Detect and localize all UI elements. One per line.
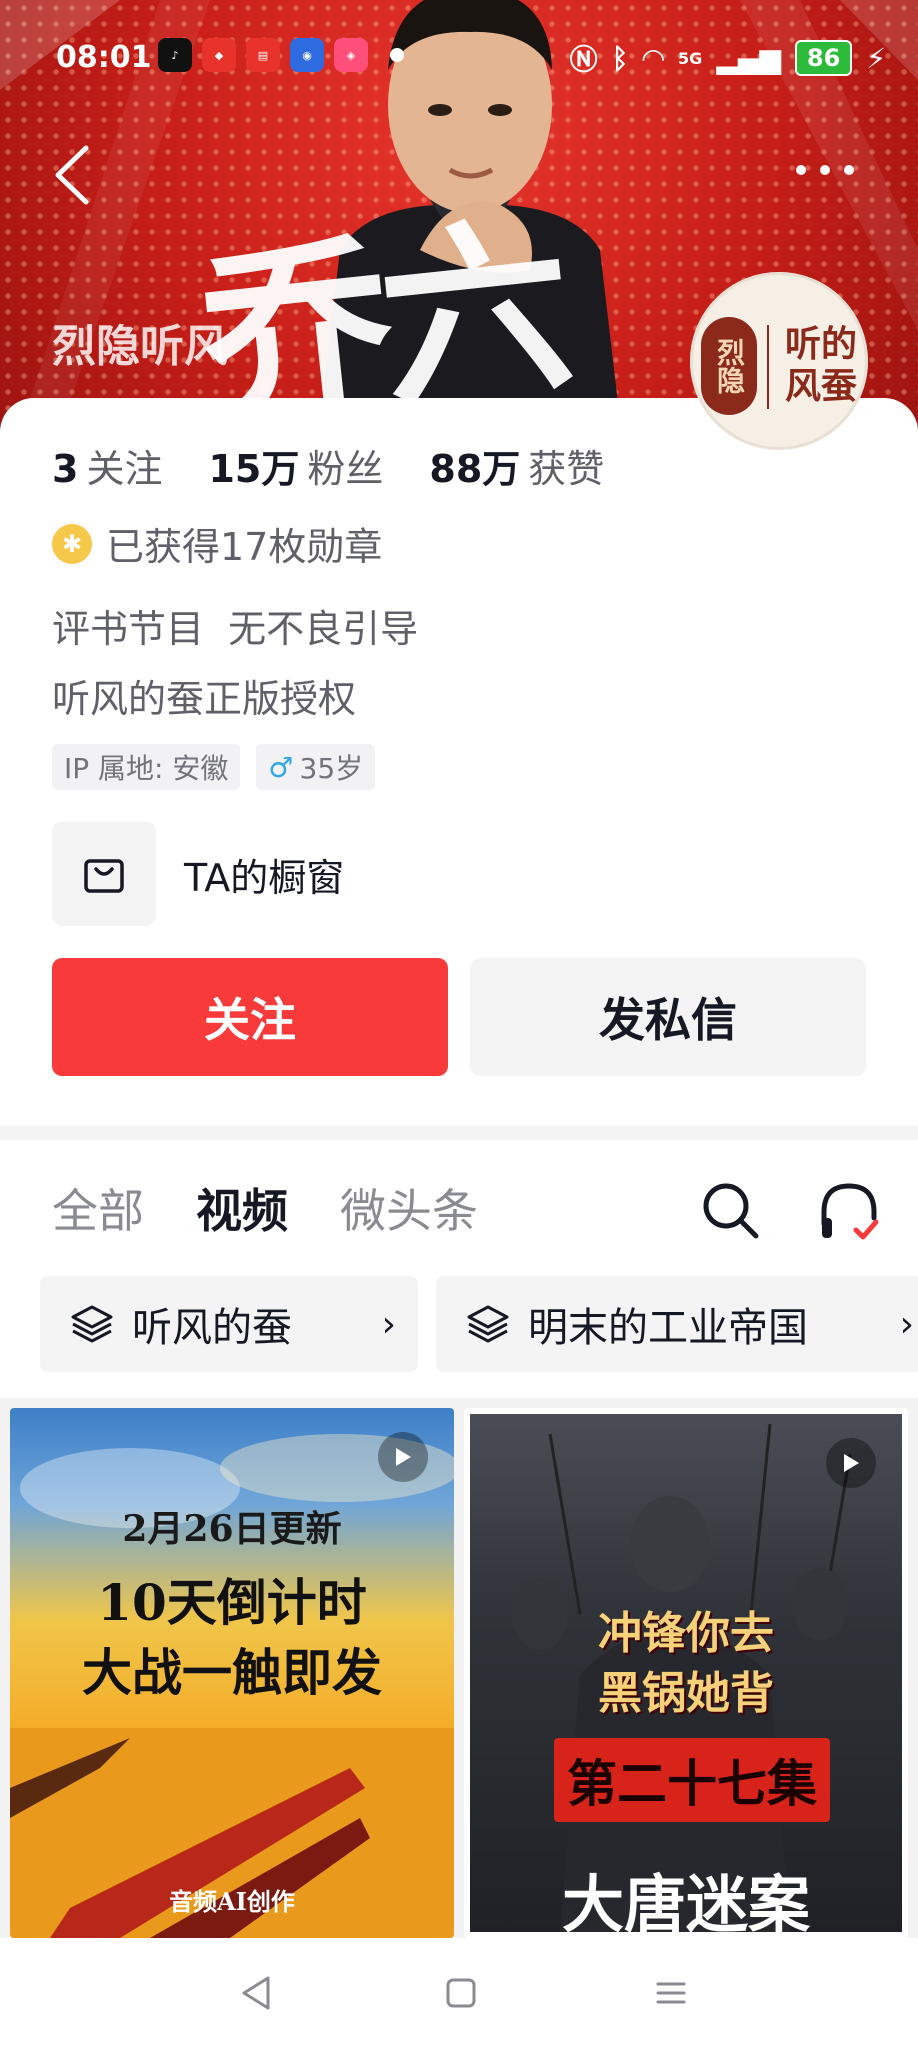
video-episode-label: 第二十七集 — [554, 1738, 830, 1822]
status-time: 08:01 — [56, 40, 152, 75]
video-date-text: 2月26日更新 — [122, 1508, 342, 1550]
collection-label: 听风的蚕 — [132, 1305, 292, 1351]
battery-indicator: 86 — [794, 40, 853, 76]
baidu-icon: ◉ — [290, 38, 324, 72]
status-notification-icons: ♪ ◆ ▤ ◉ ◈ — [158, 38, 404, 72]
tab-videos[interactable]: 视频 — [196, 1175, 288, 1241]
content-tabs: 全部 视频 微头条 — [52, 1175, 478, 1241]
tab-micro-posts[interactable]: 微头条 — [340, 1175, 478, 1241]
section-divider — [0, 1126, 918, 1140]
profile-bio: 评书节目 无不良引导 听风的蚕正版授权 — [52, 594, 418, 734]
search-button[interactable] — [700, 1180, 762, 1242]
shop-window-entry[interactable]: TA的橱窗 — [52, 822, 344, 926]
network-type-icon: 5G — [678, 48, 703, 68]
tiktok-icon: ♪ — [158, 38, 192, 72]
collection-card[interactable]: 听风的蚕 › — [40, 1276, 418, 1372]
play-icon — [826, 1438, 876, 1488]
app-icon: ◆ — [202, 38, 236, 72]
medals-text: 已获得17枚勋章 — [106, 525, 383, 569]
collection-card[interactable]: 明末的工业帝国 › — [436, 1276, 918, 1372]
bio-line: 评书节目 无不良引导 — [52, 607, 419, 651]
likes-stat[interactable]: 88万 获赞 — [429, 438, 604, 493]
toutiao-icon: ▤ — [246, 38, 280, 72]
more-options-button[interactable] — [796, 150, 876, 190]
video-headline-line: 大战一触即发 — [82, 1643, 382, 1702]
ip-location-text: IP 属地: 安徽 — [64, 752, 229, 785]
following-label: 关注 — [86, 447, 163, 491]
status-bar: 08:01 ♪ ◆ ▤ ◉ ◈ Ⓝ ᛒ ◠ 5G ▂▄▆ 86 ⚡ — [0, 0, 918, 120]
following-stat[interactable]: 3 关注 — [52, 438, 162, 493]
video-headline-line: 10天倒计时 — [97, 1573, 367, 1632]
profile-tags: IP 属地: 安徽 ♂ 35岁 — [52, 744, 376, 790]
bluetooth-icon: ᛒ — [611, 41, 629, 75]
likes-label: 获赞 — [528, 447, 605, 491]
back-arrow-icon — [55, 145, 89, 205]
ip-location-tag: IP 属地: 安徽 — [52, 744, 241, 790]
banner-brush-text: 乔六 — [191, 193, 573, 430]
channel-avatar[interactable]: 烈隐 听的风蚕 — [690, 272, 868, 450]
headphones-icon — [821, 1183, 879, 1240]
nav-home-button[interactable] — [436, 1968, 486, 2018]
charging-icon: ⚡ — [866, 41, 886, 75]
logo-divider — [767, 325, 769, 409]
followers-stat[interactable]: 15万 粉丝 — [208, 438, 383, 493]
back-button[interactable] — [48, 140, 98, 210]
nfc-icon: Ⓝ — [569, 43, 598, 76]
followers-label: 粉丝 — [307, 447, 384, 491]
followers-count: 15万 — [208, 447, 300, 491]
dot — [820, 165, 830, 175]
menu-lines-icon — [656, 1982, 686, 2004]
banner-name: 烈隐听风 — [52, 321, 228, 372]
nav-menu-button[interactable] — [646, 1968, 696, 2018]
play-icon — [378, 1432, 428, 1482]
dot — [796, 165, 806, 175]
following-count: 3 — [52, 447, 79, 491]
video-title: 大唐迷案 — [561, 1868, 810, 1938]
video-headline: 10天倒计时 大战一触即发 — [10, 1568, 454, 1708]
more-notifications-icon — [390, 48, 404, 62]
nav-back-button[interactable] — [232, 1968, 282, 2018]
dot — [844, 165, 854, 175]
video-footer-text: 音频AI创作 — [169, 1887, 295, 1916]
age-tag: ♂ 35岁 — [256, 744, 376, 790]
search-icon — [703, 1183, 759, 1239]
chevron-right-icon: › — [381, 1303, 396, 1345]
age-text: 35岁 — [299, 752, 364, 785]
video-card[interactable]: 冲锋你去 黑锅她背 第二十七集 大唐迷案 — [464, 1408, 908, 1938]
system-navigation-bar — [0, 1938, 918, 2048]
video-headline-line: 冲锋你去 — [598, 1608, 774, 1659]
layers-icon — [71, 1305, 113, 1343]
video-card[interactable]: 2月26日更新 10天倒计时 大战一触即发 音频AI创作 — [10, 1408, 454, 1938]
collections-row: 听风的蚕 › 明末的工业帝国 › — [40, 1276, 918, 1372]
profile-card: 3 关注 15万 粉丝 88万 获赞 ✱ 已获得17枚勋章 评书节目 无不良引导 听风… — [0, 398, 918, 1128]
wifi-icon: ◠ — [642, 41, 665, 75]
triangle-back-icon — [242, 1976, 270, 2010]
layers-icon — [467, 1305, 509, 1343]
profile-stats: 3 关注 15万 粉丝 88万 获赞 — [52, 438, 604, 493]
taobao-icon: ◈ — [334, 38, 368, 72]
square-home-icon — [446, 1978, 476, 2008]
video-headline-line: 黑锅她背 — [598, 1668, 774, 1719]
send-message-button[interactable]: 发私信 — [470, 958, 866, 1076]
collection-label: 明末的工业帝国 — [528, 1305, 808, 1351]
listen-button[interactable] — [818, 1180, 880, 1246]
bio-line: 听风的蚕正版授权 — [52, 677, 357, 721]
logo-text: 听的风蚕 — [784, 323, 857, 407]
gender-male-icon: ♂ — [268, 750, 294, 784]
likes-count: 88万 — [429, 447, 521, 491]
video-headline: 冲锋你去 黑锅她背 — [470, 1604, 902, 1724]
chevron-right-icon: › — [899, 1303, 914, 1345]
tab-all[interactable]: 全部 — [52, 1175, 144, 1241]
shopping-bag-icon — [52, 822, 156, 926]
follow-button[interactable]: 关注 — [52, 958, 448, 1076]
shop-window-label: TA的橱窗 — [184, 855, 345, 900]
medal-icon: ✱ — [52, 523, 92, 564]
signal-icon: ▂▄▆ — [716, 41, 781, 75]
medals-row[interactable]: ✱ 已获得17枚勋章 — [52, 516, 382, 571]
status-system-icons: Ⓝ ᛒ ◠ 5G ▂▄▆ 86 ⚡ — [570, 38, 886, 78]
logo-seal: 烈隐 — [701, 317, 757, 415]
